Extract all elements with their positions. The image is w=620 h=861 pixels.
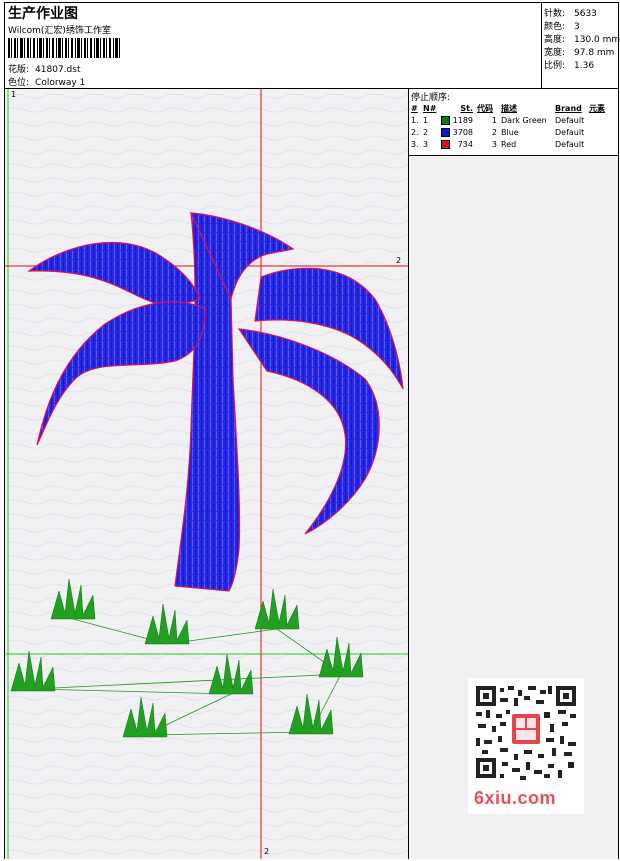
row-stitches-cell: 3708 (439, 126, 475, 138)
row-needle: 3 (423, 139, 429, 149)
row-num: 3. (411, 139, 419, 149)
col-header: 元素 (589, 103, 605, 113)
col-header: 描述 (501, 103, 517, 113)
table-header-row: # N# St. 代码 描述 Brand 元素 (409, 102, 607, 114)
stat-scale: 比例: 1.36 (544, 58, 594, 71)
stop-sequence-box: 停止顺序: # N# St. 代码 描述 Brand 元素 1. 1 1189 … (409, 89, 618, 156)
row-brand: Default (555, 139, 585, 149)
row-stitches-cell: 734 (439, 138, 475, 150)
color-swatch (441, 115, 450, 125)
stat-value: 130.0 mm (574, 35, 620, 45)
col-header: # (411, 103, 418, 113)
row-element (587, 114, 607, 126)
stat-label: 颜色: (544, 22, 566, 32)
row-brand: Default (555, 115, 585, 125)
row-element (587, 138, 607, 150)
row-code: 3 (491, 139, 497, 149)
stat-label: 宽度: (544, 48, 566, 58)
design-file-line: 花版: 41807.dst (8, 62, 86, 75)
stat-height: 高度: 130.0 mm (544, 32, 620, 45)
stat-value: 3 (574, 22, 580, 32)
row-desc: Red (501, 139, 517, 149)
table-row: 1. 1 1189 1 Dark Green Default (409, 114, 607, 126)
color-swatch (441, 127, 450, 137)
qr-code-icon (474, 684, 578, 780)
design-canvas: 1 2 2 (5, 89, 409, 859)
stat-value: 97.8 mm (574, 48, 615, 58)
row-brand: Default (555, 127, 585, 137)
row-needle: 1 (423, 115, 429, 125)
stop-sequence-table: # N# St. 代码 描述 Brand 元素 1. 1 1189 1 Dark… (409, 102, 607, 150)
table-row: 2. 2 3708 2 Blue Default (409, 126, 607, 138)
row-stitches: 1189 (452, 115, 473, 125)
embroidery-preview (5, 89, 408, 859)
watermark-text: 6xiu.com (474, 788, 557, 808)
barcode (8, 38, 120, 58)
stat-label: 针数: (544, 9, 566, 19)
stat-stitches: 针数: 5633 (544, 6, 597, 19)
row-desc: Dark Green (501, 115, 547, 125)
v-axis-marker: 2 (264, 847, 270, 856)
row-desc: Blue (501, 127, 519, 137)
stat-value: 1.36 (574, 61, 595, 71)
row-element (587, 126, 607, 138)
header-panel: 生产作业图 Wilcom(汇宏)绣饰工作室 花版: 41807.dst 色位: Co… (5, 3, 542, 89)
origin-marker: 1 (11, 90, 17, 99)
design-file-value: 41807.dst (35, 65, 81, 75)
colorway-value: Colorway 1 (35, 78, 86, 88)
row-stitches-cell: 1189 (439, 114, 475, 126)
row-code: 2 (491, 127, 497, 137)
col-header: Brand (555, 103, 582, 113)
color-swatch (441, 139, 450, 149)
row-needle: 2 (423, 127, 429, 137)
table-row: 3. 3 734 3 Red Default (409, 138, 607, 150)
design-file-label: 花版: (8, 65, 30, 75)
col-header: St. (460, 103, 473, 113)
col-header: N# (423, 103, 437, 113)
stat-label: 高度: (544, 35, 566, 45)
stat-label: 比例: (544, 61, 566, 71)
row-stitches: 3708 (452, 127, 473, 137)
h-axis-marker: 2 (396, 256, 402, 265)
row-num: 2. (411, 127, 419, 137)
colorway-label: 色位: (8, 78, 30, 88)
row-num: 1. (411, 115, 419, 125)
row-code: 1 (491, 115, 497, 125)
page-title: 生产作业图 (8, 6, 78, 22)
stat-value: 5633 (574, 9, 597, 19)
studio-name: Wilcom(汇宏)绣饰工作室 (8, 26, 111, 36)
stat-width: 宽度: 97.8 mm (544, 45, 614, 58)
stat-colors: 颜色: 3 (544, 19, 580, 32)
col-header: 代码 (477, 103, 493, 113)
row-stitches: 734 (457, 139, 473, 149)
stats-panel: 针数: 5633 颜色: 3 高度: 130.0 mm 宽度: 97.8 mm 比例: 1… (542, 3, 620, 89)
colorway-line: 色位: Colorway 1 (8, 75, 91, 88)
